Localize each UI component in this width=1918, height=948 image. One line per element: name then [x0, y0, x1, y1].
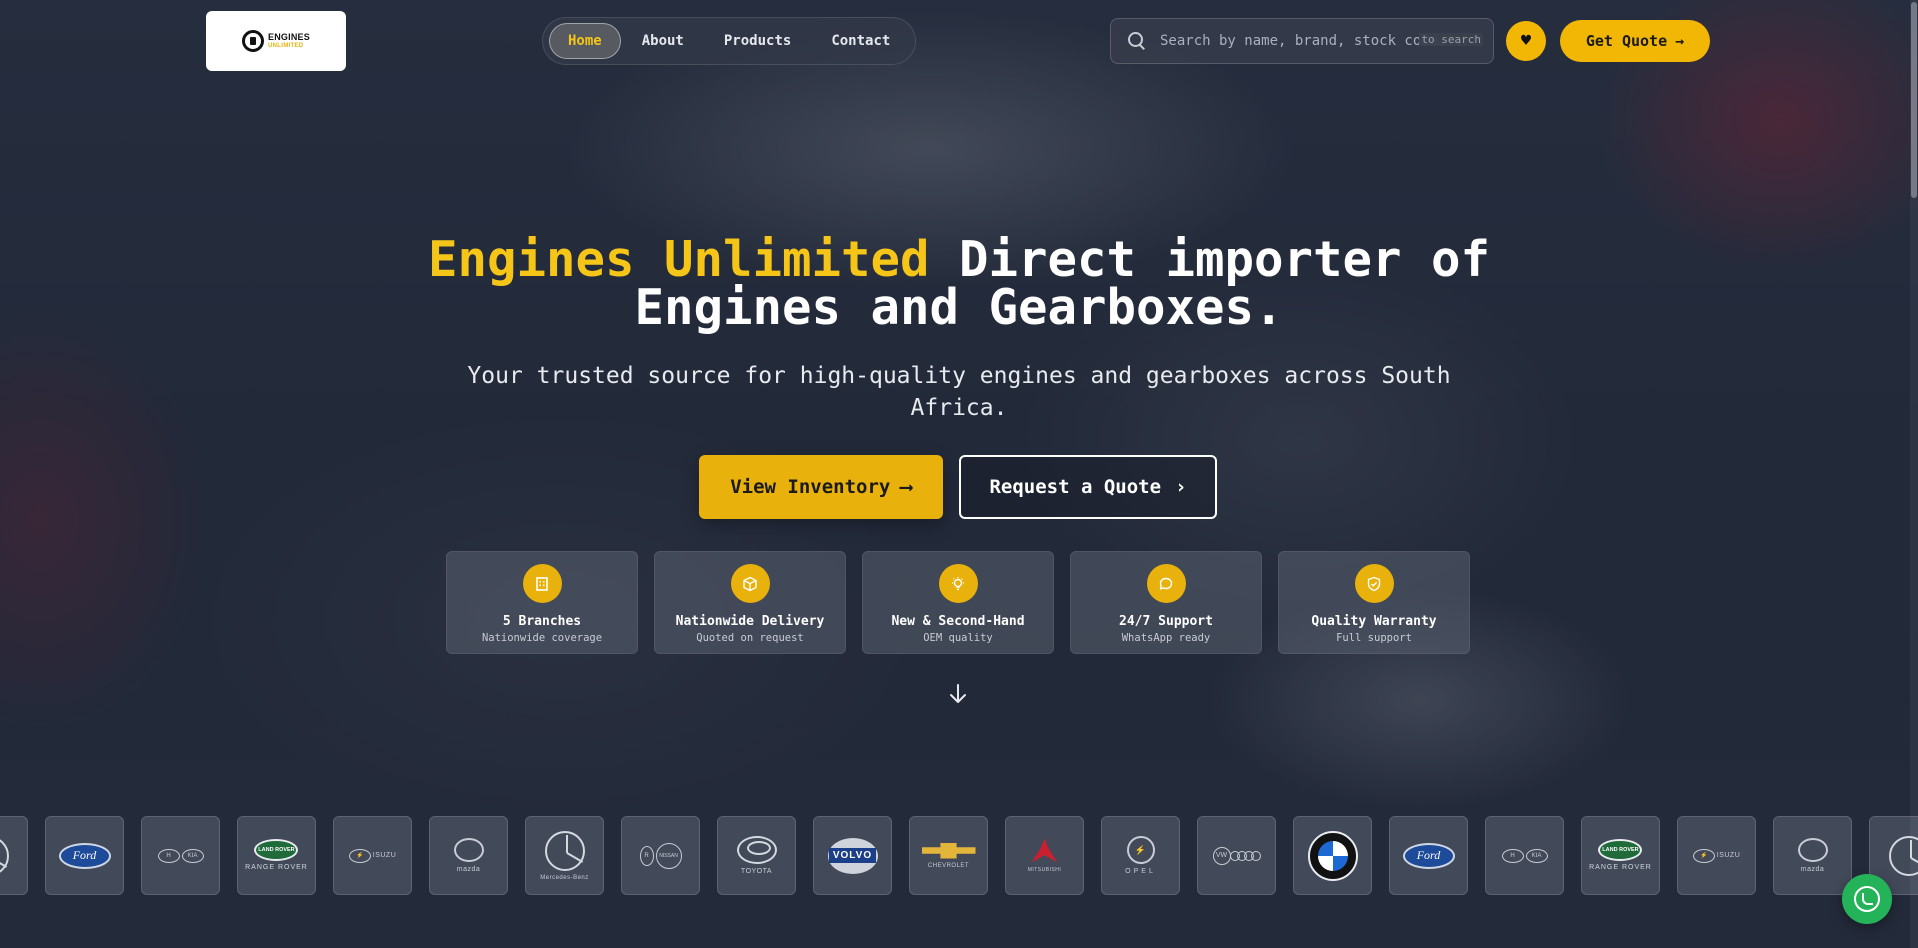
hero-subtitle: Your trusted source for high-quality eng…	[467, 363, 1451, 421]
brand-carousel: Ford H KIA LAND ROVER RANGE ROVER ⚡ ISUZU m…	[0, 816, 1918, 896]
range-rover-text: RANGE ROVER	[245, 864, 308, 871]
feature-subtitle: Full support	[1336, 632, 1412, 644]
feature-title: Quality Warranty	[1311, 614, 1437, 629]
arrow-right-icon: →	[1675, 32, 1685, 50]
request-quote-button[interactable]: Request a Quote ›	[959, 455, 1217, 519]
mercedes-logo-icon	[0, 835, 9, 876]
hero-title: Engines Unlimited Direct importer of Eng…	[360, 235, 1558, 332]
land-rover-logo-icon: LAND ROVER	[254, 839, 299, 861]
brand-card-bmw[interactable]	[1293, 816, 1372, 895]
whatsapp-button[interactable]	[1842, 874, 1892, 924]
brand-card-vw-audi[interactable]: VW	[1197, 816, 1276, 895]
land-rover-logo-icon: LAND ROVER	[1598, 839, 1643, 861]
search-icon	[1128, 32, 1146, 50]
brand-card-land-rover[interactable]: LAND ROVER RANGE ROVER	[1581, 816, 1660, 895]
lightbulb-icon	[938, 564, 978, 603]
get-quote-button[interactable]: Get Quote →	[1560, 20, 1710, 62]
search-hint: to search	[1419, 33, 1483, 46]
opel-isuzu-logo-icon: ⚡ ISUZU	[1692, 848, 1741, 863]
feature-card: 5 Branches Nationwide coverage	[446, 551, 638, 654]
toyota-logo-icon	[736, 836, 777, 864]
feature-title: Nationwide Delivery	[675, 614, 825, 629]
chevrolet-logo-icon	[921, 842, 976, 859]
nav-contact[interactable]: Contact	[812, 23, 909, 59]
scrollbar-thumb[interactable]	[1911, 2, 1917, 198]
feature-card: Nationwide Delivery Quoted on request	[654, 551, 846, 654]
brand-card-volvo[interactable]: VOLVO	[813, 816, 892, 895]
request-quote-label: Request a Quote	[989, 476, 1162, 498]
heart-icon: ♥	[1520, 30, 1532, 51]
volvo-logo-icon: VOLVO	[827, 837, 878, 874]
box-icon	[730, 564, 770, 603]
feature-title: 5 Branches	[502, 614, 582, 629]
vw-audi-logo-icon: VW	[1212, 846, 1261, 865]
ford-logo-icon: Ford	[1402, 842, 1455, 869]
page-scrollbar[interactable]	[1910, 0, 1918, 948]
view-inventory-button[interactable]: View Inventory ⟶	[699, 455, 943, 519]
feature-card: New & Second-Hand OEM quality	[862, 551, 1054, 654]
feature-subtitle: WhatsApp ready	[1121, 632, 1211, 644]
brand-card-toyota[interactable]: TOYOTA	[717, 816, 796, 895]
site-logo[interactable]: ENGINES UNLIMITED	[206, 11, 346, 71]
brand-card-hyundai-kia[interactable]: H KIA	[141, 816, 220, 895]
brand-card-opel[interactable]: ⚡ OPEL	[1101, 816, 1180, 895]
brand-card-land-rover[interactable]: LAND ROVER RANGE ROVER	[237, 816, 316, 895]
brand-card-mitsubishi[interactable]: MITSUBISHI	[1005, 816, 1084, 895]
feature-subtitle: OEM quality	[923, 632, 993, 644]
logo-subtext: UNLIMITED	[268, 43, 304, 49]
building-icon	[522, 564, 562, 603]
nav-products[interactable]: Products	[705, 23, 810, 59]
brand-card-mazda[interactable]: mazda	[1773, 816, 1852, 895]
brand-card-mercedes[interactable]	[0, 816, 28, 895]
mitsubishi-logo-icon	[1031, 838, 1058, 863]
brand-card-opel-isuzu[interactable]: ⚡ ISUZU	[1677, 816, 1756, 895]
brand-card-chevrolet[interactable]: CHEVROLET	[909, 816, 988, 895]
ford-logo-icon: Ford	[58, 842, 111, 869]
brand-card-ford[interactable]: Ford	[1389, 816, 1468, 895]
opel-isuzu-logo-icon: ⚡ ISUZU	[348, 848, 397, 863]
nav-about[interactable]: About	[623, 23, 703, 59]
brand-card-renault-nissan[interactable]: R NISSAN	[621, 816, 700, 895]
range-rover-text: RANGE ROVER	[1589, 864, 1652, 871]
feature-cards: 5 Branches Nationwide coverage Nationwid…	[446, 551, 1470, 654]
hyundai-kia-logo-icon: H KIA	[157, 848, 204, 863]
mazda-logo-icon	[453, 838, 484, 862]
feature-card: Quality Warranty Full support	[1278, 551, 1470, 654]
bmw-logo-icon	[1307, 830, 1358, 881]
brand-card-mercedes[interactable]: Mercedes-Benz	[525, 816, 604, 895]
shield-check-icon	[1354, 564, 1394, 603]
long-arrow-right-icon: ⟶	[900, 476, 912, 498]
gear-logo-icon	[242, 30, 265, 52]
mazda-logo-icon	[1797, 838, 1828, 862]
hyundai-kia-logo-icon: H KIA	[1501, 848, 1548, 863]
brand-card-ford[interactable]: Ford	[45, 816, 124, 895]
feature-title: New & Second-Hand	[891, 614, 1025, 629]
chevron-right-icon: ›	[1175, 476, 1187, 498]
chat-icon	[1146, 564, 1186, 603]
logo-text: ENGINES	[268, 32, 310, 42]
feature-subtitle: Nationwide coverage	[481, 632, 603, 644]
mercedes-logo-icon	[544, 830, 585, 871]
opel-logo-icon: ⚡	[1126, 836, 1155, 864]
favorites-button[interactable]: ♥	[1506, 21, 1546, 61]
get-quote-label: Get Quote	[1585, 32, 1668, 50]
arrow-down-icon[interactable]	[948, 682, 968, 706]
feature-card: 24/7 Support WhatsApp ready	[1070, 551, 1262, 654]
search-bar: to search	[1110, 18, 1494, 64]
brand-card-opel-isuzu[interactable]: ⚡ ISUZU	[333, 816, 412, 895]
view-inventory-label: View Inventory	[730, 476, 891, 498]
feature-title: 24/7 Support	[1119, 614, 1213, 629]
brand-card-mazda[interactable]: mazda	[429, 816, 508, 895]
nav-home[interactable]: Home	[549, 23, 621, 59]
renault-nissan-logo-icon: R NISSAN	[639, 842, 682, 869]
feature-subtitle: Quoted on request	[696, 632, 804, 644]
main-nav: Home About Products Contact	[542, 17, 916, 65]
whatsapp-icon	[1854, 886, 1880, 912]
brand-card-hyundai-kia[interactable]: H KIA	[1485, 816, 1564, 895]
